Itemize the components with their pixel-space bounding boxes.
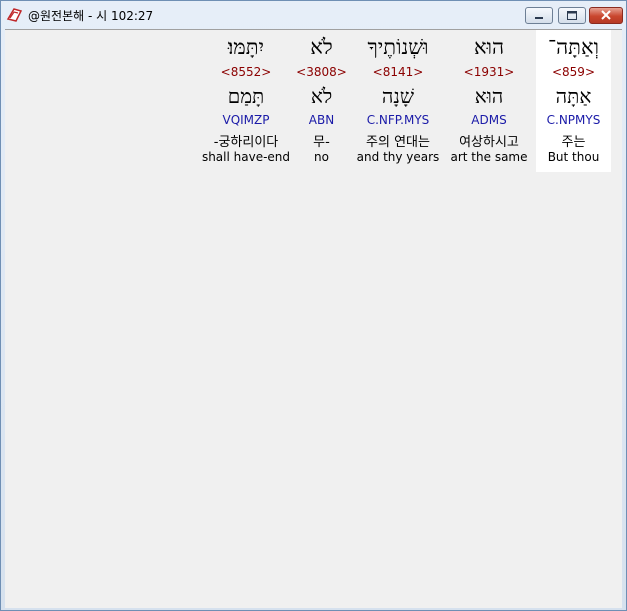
korean-gloss: 무- <box>313 135 330 150</box>
hebrew-lemma: תָּמַם <box>227 84 265 108</box>
close-button[interactable] <box>589 7 623 24</box>
interlinear-panel: וְאַתָּה־ <859> אַתָּה C.NPMYS 주는 But th… <box>5 29 622 608</box>
maximize-icon <box>567 11 577 20</box>
word-column[interactable]: וּשְׁנוֹתֶיךָ <8141> שָׁנָה C.NFP.MYS 주의… <box>353 30 443 172</box>
hebrew-word: יִתָּמּוּ׃ <box>227 35 265 59</box>
english-gloss: But thou <box>547 150 600 164</box>
hebrew-lemma: הוּא <box>474 84 504 108</box>
korean-gloss: 여상하시고 <box>459 135 519 150</box>
word-column-selected[interactable]: וְאַתָּה־ <859> אַתָּה C.NPMYS 주는 But th… <box>536 30 611 172</box>
english-gloss: no <box>314 150 329 164</box>
korean-gloss: 주는 <box>561 135 586 150</box>
korean-gloss: 주의 연대는 <box>366 135 430 150</box>
hebrew-word: הוּא <box>473 35 505 59</box>
hebrew-word: וְאַתָּה־ <box>548 35 599 59</box>
title-bar[interactable]: @원전본해 - 시 102:27 <box>1 1 626 29</box>
korean-gloss: -궁하리이다 <box>213 135 279 150</box>
english-gloss: art the same <box>450 150 528 164</box>
english-gloss: shall have-end <box>201 150 291 164</box>
strongs-number[interactable]: <8141> <box>353 65 443 79</box>
strongs-number[interactable]: <1931> <box>448 65 530 79</box>
app-icon[interactable] <box>6 6 23 23</box>
close-icon <box>601 10 611 20</box>
morphology-code: ADMS <box>471 113 507 127</box>
morphology-code: C.NFP.MYS <box>366 113 430 127</box>
hebrew-word: וּשְׁנוֹתֶיךָ <box>367 35 429 59</box>
window-title: @원전본해 - 시 102:27 <box>28 9 154 23</box>
minimize-icon <box>535 17 543 19</box>
word-column[interactable]: יִתָּמּוּ׃ <8552> תָּמַם VQIMZP -궁하리이다 s… <box>199 30 293 172</box>
strongs-number[interactable]: <859> <box>536 65 611 79</box>
app-window: @원전본해 - 시 102:27 וְאַתָּה־ <859> אַתָּה … <box>0 0 627 611</box>
hebrew-lemma: לֹא <box>310 84 333 108</box>
word-column[interactable]: הוּא <1931> הוּא ADMS 여상하시고 art the same <box>448 30 530 172</box>
maximize-button[interactable] <box>558 7 586 24</box>
strongs-number[interactable]: <8552> <box>199 65 293 79</box>
hebrew-lemma: אַתָּה <box>555 84 592 108</box>
english-gloss: and thy years <box>356 150 440 164</box>
word-column[interactable]: לֹא <3808> לֹא ABN 무- no <box>295 30 348 172</box>
hebrew-word: לֹא <box>310 35 333 59</box>
strongs-number[interactable]: <3808> <box>295 65 348 79</box>
morphology-code: ABN <box>308 113 335 127</box>
morphology-code: VQIMZP <box>222 113 270 127</box>
morphology-code: C.NPMYS <box>546 113 601 127</box>
minimize-button[interactable] <box>525 7 553 24</box>
hebrew-lemma: שָׁנָה <box>381 84 415 108</box>
